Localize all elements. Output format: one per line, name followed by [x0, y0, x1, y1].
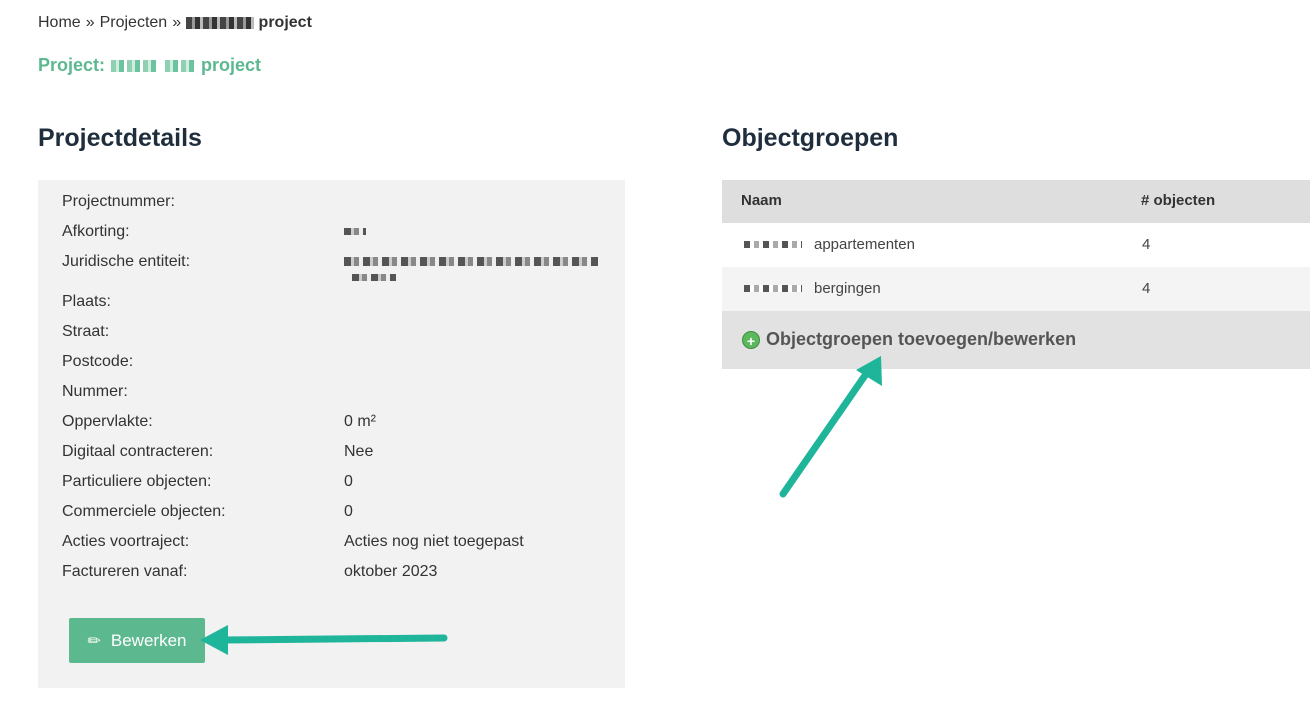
detail-label: Postcode:: [62, 353, 134, 370]
detail-label: Particuliere objecten:: [62, 473, 212, 490]
detail-label: Juridische entiteit:: [62, 253, 191, 270]
objectgroepen-table: Naam # objecten appartementen 4 berginge…: [722, 180, 1310, 369]
detail-value: 0: [344, 473, 353, 490]
detail-label: Afkorting:: [62, 223, 130, 240]
objectgroepen-edit-link[interactable]: + Objectgroepen toevoegen/bewerken: [742, 329, 1076, 350]
redacted-group-prefix: [744, 285, 802, 292]
redacted-project-name: [165, 59, 196, 72]
group-count: 4: [1142, 280, 1151, 297]
bewerken-button-label: Bewerken: [110, 630, 187, 650]
group-name-label: bergingen: [814, 280, 881, 297]
breadcrumb: Home » Projecten » project: [38, 14, 312, 32]
projectdetails-heading: Projectdetails: [38, 124, 202, 152]
group-name-label: appartementen: [814, 236, 915, 253]
redacted-project-name: [186, 16, 255, 29]
table-header: Naam # objecten: [722, 180, 1310, 223]
detail-label: Straat:: [62, 323, 110, 340]
redacted-group-prefix: [744, 241, 802, 248]
table-footer: + Objectgroepen toevoegen/bewerken: [722, 311, 1310, 369]
project-details-panel: Projectnummer: Afkorting: Juridische ent…: [38, 180, 625, 688]
project-title-suffix: project: [201, 55, 262, 75]
annotation-arrow-objectgroepen: [779, 356, 882, 498]
detail-value-redacted: [344, 223, 366, 241]
detail-value-redacted: [344, 253, 598, 281]
project-title: Project: project: [38, 55, 261, 76]
breadcrumb-current-label: project: [258, 14, 312, 31]
detail-label: Plaats:: [62, 293, 111, 310]
group-count: 4: [1142, 236, 1151, 253]
detail-value: oktober 2023: [344, 563, 438, 580]
column-header-objecten: # objecten: [1141, 192, 1216, 209]
table-row[interactable]: bergingen 4: [722, 267, 1310, 311]
group-name: appartementen: [744, 236, 915, 253]
pencil-icon: ✏: [87, 632, 101, 650]
detail-label: Digitaal contracteren:: [62, 443, 214, 460]
detail-value: Nee: [344, 443, 374, 460]
objectgroepen-heading: Objectgroepen: [722, 124, 899, 152]
detail-value: 0: [344, 503, 353, 520]
redacted-project-name: [111, 59, 160, 72]
detail-value: 0 m²: [344, 413, 376, 430]
column-header-naam: Naam: [741, 192, 782, 209]
detail-value: Acties nog niet toegepast: [344, 533, 524, 550]
add-circle-icon: +: [742, 330, 760, 349]
bewerken-button[interactable]: ✏ Bewerken: [69, 618, 205, 663]
breadcrumb-projects-link[interactable]: Projecten: [100, 14, 168, 32]
breadcrumb-current: project: [186, 14, 312, 32]
group-name: bergingen: [744, 280, 881, 297]
detail-label: Oppervlakte:: [62, 413, 153, 430]
detail-label: Commerciele objecten:: [62, 503, 226, 520]
project-title-prefix: Project:: [38, 55, 106, 75]
detail-label: Factureren vanaf:: [62, 563, 188, 580]
breadcrumb-home-link[interactable]: Home: [38, 14, 81, 32]
objectgroepen-edit-label: Objectgroepen toevoegen/bewerken: [766, 329, 1077, 349]
detail-label: Projectnummer:: [62, 193, 175, 210]
table-row[interactable]: appartementen 4: [722, 223, 1310, 267]
breadcrumb-separator: »: [85, 14, 95, 31]
detail-label: Nummer:: [62, 383, 128, 400]
breadcrumb-separator: »: [172, 14, 182, 31]
detail-label: Acties voortraject:: [62, 533, 190, 550]
